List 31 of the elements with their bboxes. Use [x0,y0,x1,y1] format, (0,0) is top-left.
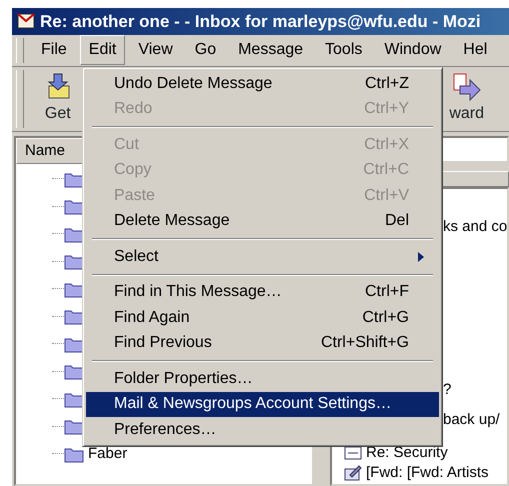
menu-item[interactable]: Window [375,35,450,66]
toolbar-grip[interactable] [16,70,24,128]
submenu-arrow-icon [417,250,425,263]
menu-item[interactable]: Undo Delete Message Ctrl+Z [86,71,439,96]
menu-item[interactable]: Folder Properties… [86,366,439,392]
message-subject[interactable]: [Fwd: [Fwd: Artists [366,462,489,484]
menu-item[interactable]: Mail & Newsgroups Account Settings… [86,392,439,417]
message-subject[interactable]: back up/ [443,409,500,432]
menu-item[interactable]: Select [86,244,439,270]
menu-item[interactable]: Find Previous Ctrl+Shift+G [86,330,439,356]
toolbar-button[interactable]: ward [448,70,485,127]
menu-item[interactable]: Find Again Ctrl+G [86,305,439,330]
menu-item[interactable]: Message [229,35,312,66]
message-subject[interactable]: ? [443,379,452,402]
toolbar-grip[interactable] [16,38,24,63]
menu-item[interactable]: Edit [80,35,126,66]
menu-item[interactable]: Go [186,35,226,66]
menu-item[interactable]: Find in This Message… Ctrl+F [86,280,439,305]
message-subject[interactable]: ks and co [443,216,508,239]
menu-item[interactable]: View [129,35,182,66]
window-title: Re: another one - - Inbox for marleyps@wfu.edu - Mozi [40,10,481,33]
pencil-icon [344,465,362,481]
menu-item[interactable]: Delete Message Del [86,208,439,234]
toolbar-button[interactable]: Get [42,70,74,127]
menu-item[interactable]: Tools [316,35,372,66]
menu-item[interactable]: Preferences… [86,417,439,442]
menu-item[interactable]: Hel [454,35,496,66]
app-icon [16,11,36,32]
menu-item[interactable]: File [32,35,76,66]
forward-icon [452,72,482,102]
folder-name[interactable]: Faber [88,442,128,466]
